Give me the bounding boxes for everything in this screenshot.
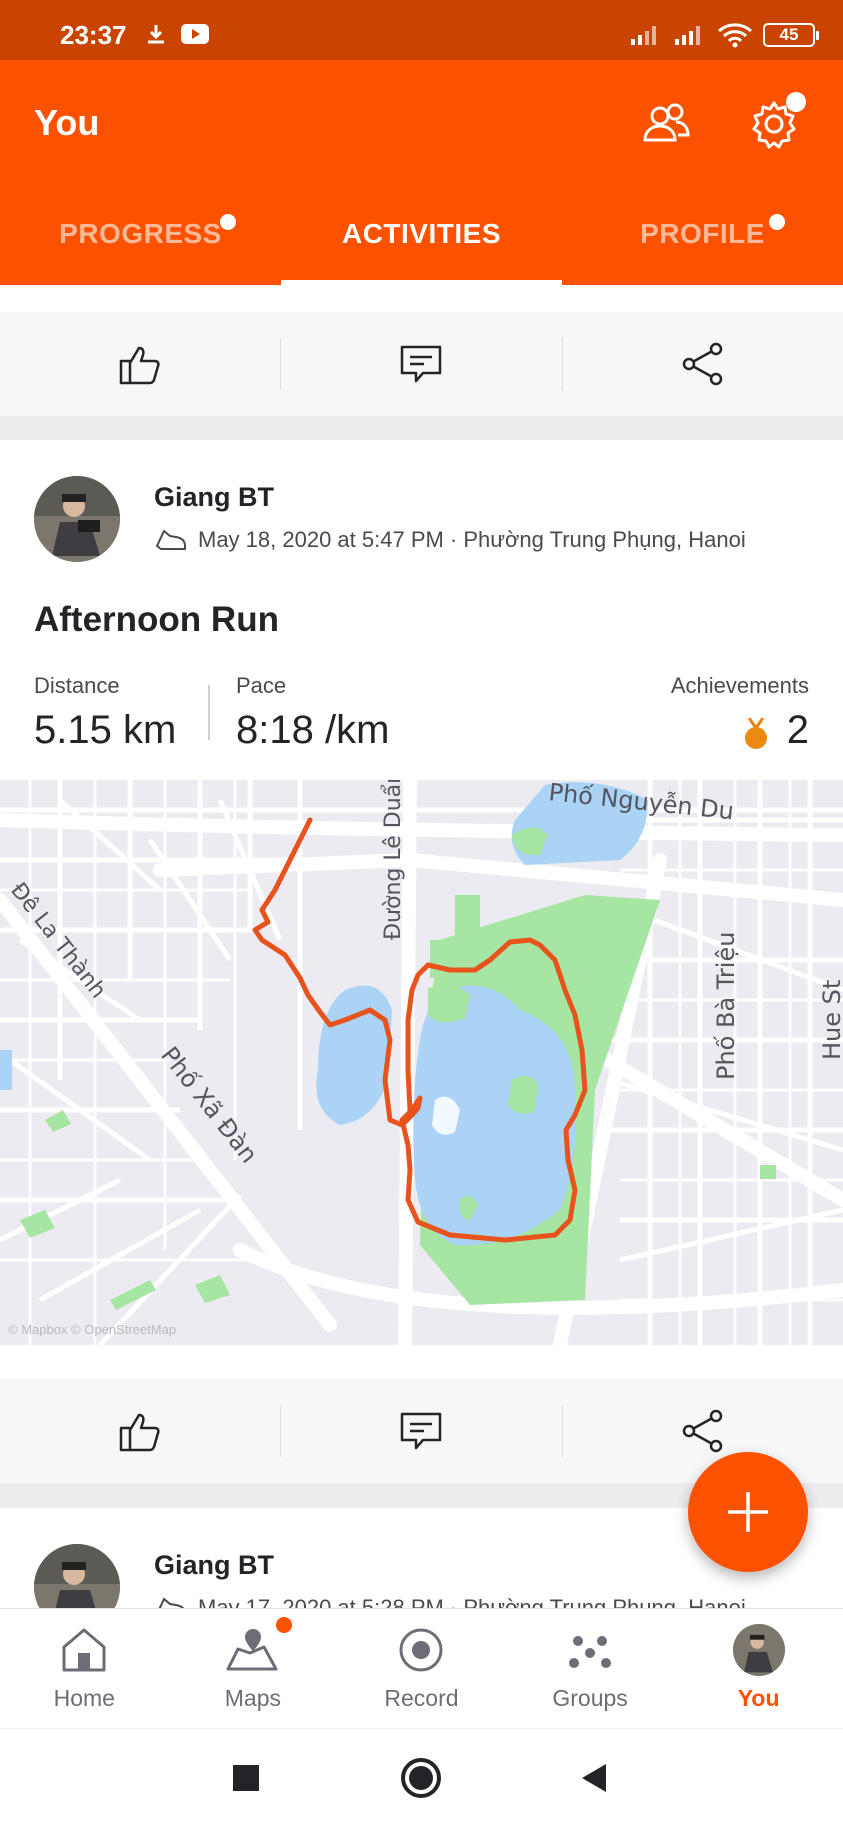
tab-activities-label: ACTIVITIES xyxy=(341,218,501,249)
stat-divider xyxy=(208,685,210,740)
find-friends-button[interactable] xyxy=(640,98,692,150)
nav-maps[interactable]: Maps xyxy=(169,1609,338,1728)
plus-icon xyxy=(728,1492,768,1532)
previous-activity-actions xyxy=(0,312,843,416)
signal-icon-2 xyxy=(675,26,700,45)
groups-icon xyxy=(569,1636,612,1668)
status-time: 23:37 xyxy=(60,20,127,50)
bottom-navigation: Home Maps Record Groups You xyxy=(0,1608,843,1728)
activity-title[interactable]: Afternoon Run xyxy=(34,600,279,640)
nav-you[interactable]: You xyxy=(674,1609,843,1728)
record-icon xyxy=(399,1628,443,1672)
athlete-avatar[interactable] xyxy=(34,476,120,562)
signal-icon xyxy=(631,26,656,45)
card-spacer xyxy=(0,1345,843,1379)
battery-indicator: 45 xyxy=(763,23,819,47)
share-button[interactable] xyxy=(563,1395,843,1467)
status-bar: 23:37 45 xyxy=(0,0,843,60)
map-canvas: Phố Nguyễn Du Đê La Thành Phố Xã Đàn Đườ… xyxy=(0,780,843,1345)
comment-button[interactable] xyxy=(281,1395,561,1467)
nav-record[interactable]: Record xyxy=(337,1609,506,1728)
avatar xyxy=(732,1624,785,1676)
nav-groups[interactable]: Groups xyxy=(506,1609,675,1728)
comment-icon xyxy=(401,1412,442,1450)
activity-date-location: May 18, 2020 at 5:47 PM · Phường Trung P… xyxy=(198,527,746,552)
wifi-icon xyxy=(718,23,752,48)
achievements-label: Achievements xyxy=(670,673,809,698)
tab-progress[interactable]: PROGRESS xyxy=(0,210,281,285)
feed-spacer xyxy=(0,285,843,312)
add-activity-button[interactable] xyxy=(688,1452,808,1572)
map-attribution: © Mapbox © OpenStreetMap xyxy=(8,1322,177,1337)
back-button[interactable] xyxy=(580,1762,608,1794)
nav-maps-label: Maps xyxy=(224,1685,282,1711)
system-navigation xyxy=(0,1728,843,1827)
recents-button[interactable] xyxy=(233,1765,259,1791)
kudos-button[interactable] xyxy=(0,1395,280,1467)
medal-icon xyxy=(745,718,767,749)
nav-record-label: Record xyxy=(384,1685,459,1711)
map-label-ba-trieu: Phố Bà Triệu xyxy=(712,932,740,1080)
thumbs-up-icon xyxy=(119,1413,160,1452)
maps-icon xyxy=(226,1629,278,1671)
activity-map[interactable]: Phố Nguyễn Du Đê La Thành Phố Xã Đàn Đườ… xyxy=(0,780,843,1345)
people-icon xyxy=(643,103,690,142)
app-header: You PROGRESS ACTIVITIES PROFILE xyxy=(0,60,843,285)
home-button[interactable] xyxy=(400,1757,442,1799)
share-button[interactable] xyxy=(563,328,843,400)
map-label-hue: Hue St xyxy=(818,980,843,1060)
tab-progress-badge xyxy=(220,214,236,230)
athlete-name[interactable]: Giang BT xyxy=(154,482,274,513)
activity-meta: May 18, 2020 at 5:47 PM · Phường Trung P… xyxy=(154,527,746,553)
shoe-icon xyxy=(158,1597,185,1608)
page-title: You xyxy=(34,102,100,143)
youtube-icon xyxy=(181,24,209,44)
distance-label: Distance xyxy=(34,673,120,698)
map-label-le-duan: Đường Lê Duẩn xyxy=(381,780,406,940)
kudos-button[interactable] xyxy=(0,328,280,400)
settings-button[interactable] xyxy=(748,92,806,150)
nav-home[interactable]: Home xyxy=(0,1609,169,1728)
share-icon xyxy=(682,1409,723,1453)
achievements-value: 2 xyxy=(786,708,809,752)
nav-you-label: You xyxy=(737,1685,780,1711)
nav-home-label: Home xyxy=(53,1685,115,1711)
tab-profile[interactable]: PROFILE xyxy=(562,210,843,285)
activity-meta: May 17, 2020 at 5:28 PM · Phường Trung P… xyxy=(154,1595,746,1608)
settings-badge xyxy=(786,92,806,112)
home-icon xyxy=(62,1628,106,1672)
comment-icon xyxy=(401,345,442,383)
pace-label: Pace xyxy=(236,673,287,698)
tab-progress-label: PROGRESS xyxy=(59,218,222,249)
feed-divider xyxy=(0,416,843,440)
profile-tabs: PROGRESS ACTIVITIES PROFILE xyxy=(0,210,843,285)
thumbs-up-icon xyxy=(119,346,160,385)
download-icon xyxy=(148,25,164,44)
nav-groups-label: Groups xyxy=(552,1685,628,1711)
pace-value: 8:18 /km xyxy=(236,708,390,752)
shoe-icon xyxy=(156,530,186,550)
distance-value: 5.15 km xyxy=(34,708,177,752)
tab-activities[interactable]: ACTIVITIES xyxy=(281,210,562,285)
comment-button[interactable] xyxy=(281,328,561,400)
share-icon xyxy=(682,342,723,386)
activity-date-location: May 17, 2020 at 5:28 PM · Phường Trung P… xyxy=(198,1595,746,1608)
athlete-avatar[interactable] xyxy=(34,1544,120,1608)
tab-profile-badge xyxy=(769,214,785,230)
athlete-name[interactable]: Giang BT xyxy=(154,1550,274,1581)
maps-badge xyxy=(275,1617,292,1633)
tab-profile-label: PROFILE xyxy=(640,218,765,249)
